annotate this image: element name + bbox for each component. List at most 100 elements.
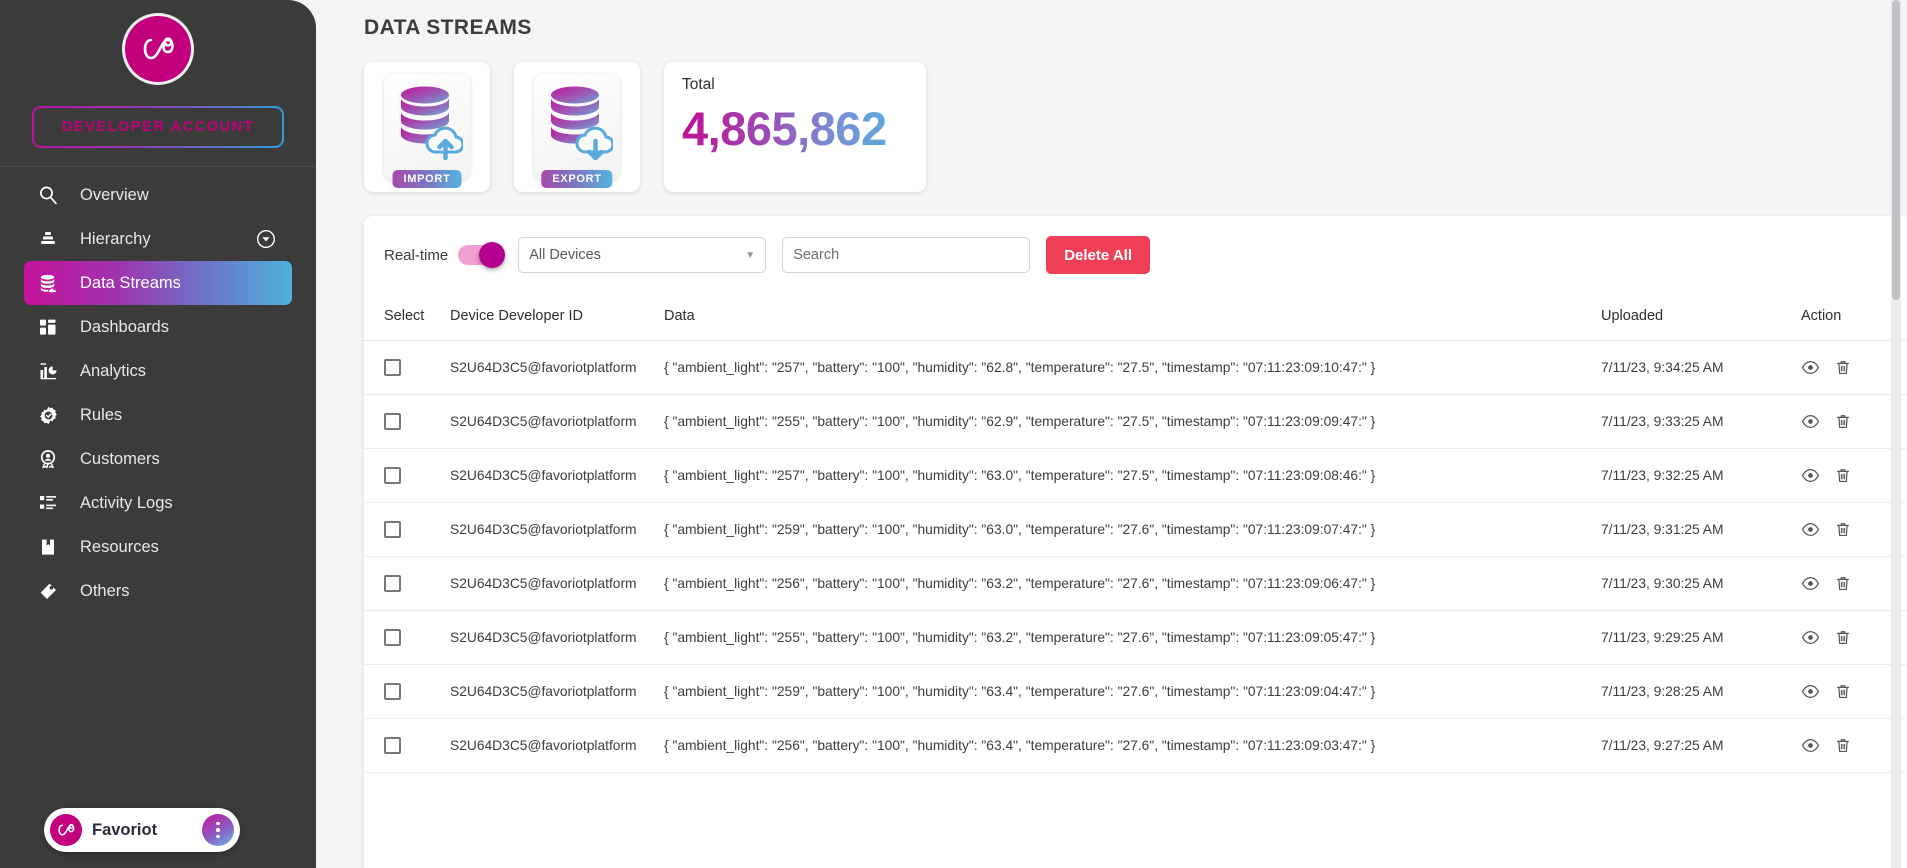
sidebar-item-rules[interactable]: Rules bbox=[24, 393, 292, 437]
database-upload-icon: IMPORT bbox=[384, 74, 470, 188]
row-checkbox[interactable] bbox=[384, 359, 401, 376]
database-icon bbox=[38, 273, 68, 294]
footer-brand-name: Favoriot bbox=[92, 820, 158, 839]
summary-cards: IMPORT EXPORT Total 4,865,862 bbox=[364, 62, 1883, 192]
sidebar-item-activity-logs[interactable]: Activity Logs bbox=[24, 481, 292, 525]
row-select-cell bbox=[364, 664, 450, 719]
table-row: S2U64D3C5@favoriotplatform{ "ambient_lig… bbox=[364, 448, 1907, 503]
row-select-cell bbox=[364, 502, 450, 557]
export-card[interactable]: EXPORT bbox=[514, 62, 640, 192]
device-filter-select[interactable]: All Devices ▼ bbox=[518, 237, 767, 273]
search-input[interactable] bbox=[782, 237, 1031, 273]
trash-icon[interactable] bbox=[1834, 358, 1852, 377]
row-data-payload: { "ambient_light": "257", "battery": "10… bbox=[664, 448, 1601, 503]
row-checkbox[interactable] bbox=[384, 683, 401, 700]
realtime-toggle[interactable] bbox=[458, 242, 506, 268]
eye-icon[interactable] bbox=[1801, 466, 1820, 485]
row-checkbox[interactable] bbox=[384, 575, 401, 592]
trash-icon[interactable] bbox=[1834, 466, 1852, 485]
sidebar-footer[interactable]: Favoriot bbox=[44, 808, 240, 852]
sidebar-item-data-streams[interactable]: Data Streams bbox=[24, 261, 292, 305]
row-uploaded: 7/11/23, 9:28:25 AM bbox=[1601, 664, 1801, 719]
activity-logs-icon bbox=[38, 493, 68, 513]
delete-all-button[interactable]: Delete All bbox=[1046, 236, 1150, 274]
table-head: Select Device Developer ID Data Uploaded… bbox=[364, 294, 1907, 341]
toggle-knob bbox=[479, 242, 506, 268]
row-uploaded: 7/11/23, 9:34:25 AM bbox=[1601, 340, 1801, 395]
realtime-label: Real-time bbox=[384, 246, 449, 264]
data-streams-table: Select Device Developer ID Data Uploaded… bbox=[364, 294, 1907, 773]
tag-icon bbox=[38, 581, 68, 601]
table-row: S2U64D3C5@favoriotplatform{ "ambient_lig… bbox=[364, 340, 1907, 395]
chevron-down-icon[interactable] bbox=[256, 229, 276, 249]
sidebar-item-label: Data Streams bbox=[80, 273, 181, 292]
eye-icon[interactable] bbox=[1801, 682, 1820, 701]
row-data-payload: { "ambient_light": "256", "battery": "10… bbox=[664, 718, 1601, 773]
trash-icon[interactable] bbox=[1834, 736, 1852, 755]
row-checkbox[interactable] bbox=[384, 521, 401, 538]
row-uploaded: 7/11/23, 9:30:25 AM bbox=[1601, 556, 1801, 611]
table-body: S2U64D3C5@favoriotplatform{ "ambient_lig… bbox=[364, 340, 1907, 773]
row-device-id: S2U64D3C5@favoriotplatform bbox=[450, 718, 664, 773]
row-data-payload: { "ambient_light": "256", "battery": "10… bbox=[664, 556, 1601, 611]
sidebar-divider bbox=[0, 166, 316, 167]
row-uploaded: 7/11/23, 9:31:25 AM bbox=[1601, 502, 1801, 557]
row-device-id: S2U64D3C5@favoriotplatform bbox=[450, 340, 664, 395]
import-card[interactable]: IMPORT bbox=[364, 62, 490, 192]
sidebar-item-dashboards[interactable]: Dashboards bbox=[24, 305, 292, 349]
sidebar-item-customers[interactable]: Customers bbox=[24, 437, 292, 481]
row-data-payload: { "ambient_light": "259", "battery": "10… bbox=[664, 664, 1601, 719]
row-checkbox[interactable] bbox=[384, 737, 401, 754]
developer-account-button[interactable]: DEVELOPER ACCOUNT bbox=[32, 106, 284, 148]
eye-icon[interactable] bbox=[1801, 628, 1820, 647]
row-checkbox[interactable] bbox=[384, 629, 401, 646]
eye-icon[interactable] bbox=[1801, 736, 1820, 755]
page-title: DATA STREAMS bbox=[364, 16, 532, 39]
kebab-menu-icon[interactable] bbox=[202, 814, 234, 846]
trash-icon[interactable] bbox=[1834, 682, 1852, 701]
row-device-id: S2U64D3C5@favoriotplatform bbox=[450, 502, 664, 557]
trash-icon[interactable] bbox=[1834, 412, 1852, 431]
total-value: 4,865,862 bbox=[682, 104, 908, 154]
row-uploaded: 7/11/23, 9:29:25 AM bbox=[1601, 610, 1801, 665]
sidebar-item-analytics[interactable]: Analytics bbox=[24, 349, 292, 393]
trash-icon[interactable] bbox=[1834, 520, 1852, 539]
eye-icon[interactable] bbox=[1801, 520, 1820, 539]
sidebar-item-overview[interactable]: Overview bbox=[24, 173, 292, 217]
page-scrollbar[interactable] bbox=[1891, 0, 1901, 868]
row-device-id: S2U64D3C5@favoriotplatform bbox=[450, 448, 664, 503]
database-download-icon: EXPORT bbox=[534, 74, 620, 188]
sidebar-item-label: Customers bbox=[80, 449, 160, 468]
table-row: S2U64D3C5@favoriotplatform{ "ambient_lig… bbox=[364, 610, 1907, 665]
row-select-cell bbox=[364, 556, 450, 611]
row-device-id: S2U64D3C5@favoriotplatform bbox=[450, 394, 664, 449]
row-select-cell bbox=[364, 394, 450, 449]
search-icon bbox=[38, 185, 68, 205]
hierarchy-icon bbox=[38, 229, 68, 249]
sidebar-item-hierarchy[interactable]: Hierarchy bbox=[24, 217, 292, 261]
column-header-uploaded: Uploaded bbox=[1601, 294, 1801, 341]
row-checkbox[interactable] bbox=[384, 467, 401, 484]
sidebar-item-resources[interactable]: Resources bbox=[24, 525, 292, 569]
table-row: S2U64D3C5@favoriotplatform{ "ambient_lig… bbox=[364, 502, 1907, 557]
column-header-data: Data bbox=[664, 294, 1601, 341]
eye-icon[interactable] bbox=[1801, 574, 1820, 593]
chevron-down-icon: ▼ bbox=[745, 249, 756, 261]
trash-icon[interactable] bbox=[1834, 628, 1852, 647]
sidebar-item-label: Rules bbox=[80, 405, 123, 424]
eye-icon[interactable] bbox=[1801, 412, 1820, 431]
analytics-icon bbox=[38, 361, 68, 381]
row-checkbox[interactable] bbox=[384, 413, 401, 430]
row-uploaded: 7/11/23, 9:33:25 AM bbox=[1601, 394, 1801, 449]
sidebar-item-others[interactable]: Others bbox=[24, 569, 292, 613]
eye-icon[interactable] bbox=[1801, 358, 1820, 377]
row-data-payload: { "ambient_light": "255", "battery": "10… bbox=[664, 610, 1601, 665]
table-row: S2U64D3C5@favoriotplatform{ "ambient_lig… bbox=[364, 664, 1907, 719]
trash-icon[interactable] bbox=[1834, 574, 1852, 593]
scrollbar-thumb[interactable] bbox=[1892, 0, 1900, 300]
app-root: DEVELOPER ACCOUNT Overview Hierarchy Dat… bbox=[0, 0, 1907, 868]
device-filter-value: All Devices bbox=[529, 247, 601, 263]
row-select-cell bbox=[364, 448, 450, 503]
column-header-select: Select bbox=[364, 294, 450, 341]
sidebar: DEVELOPER ACCOUNT Overview Hierarchy Dat… bbox=[0, 0, 316, 868]
